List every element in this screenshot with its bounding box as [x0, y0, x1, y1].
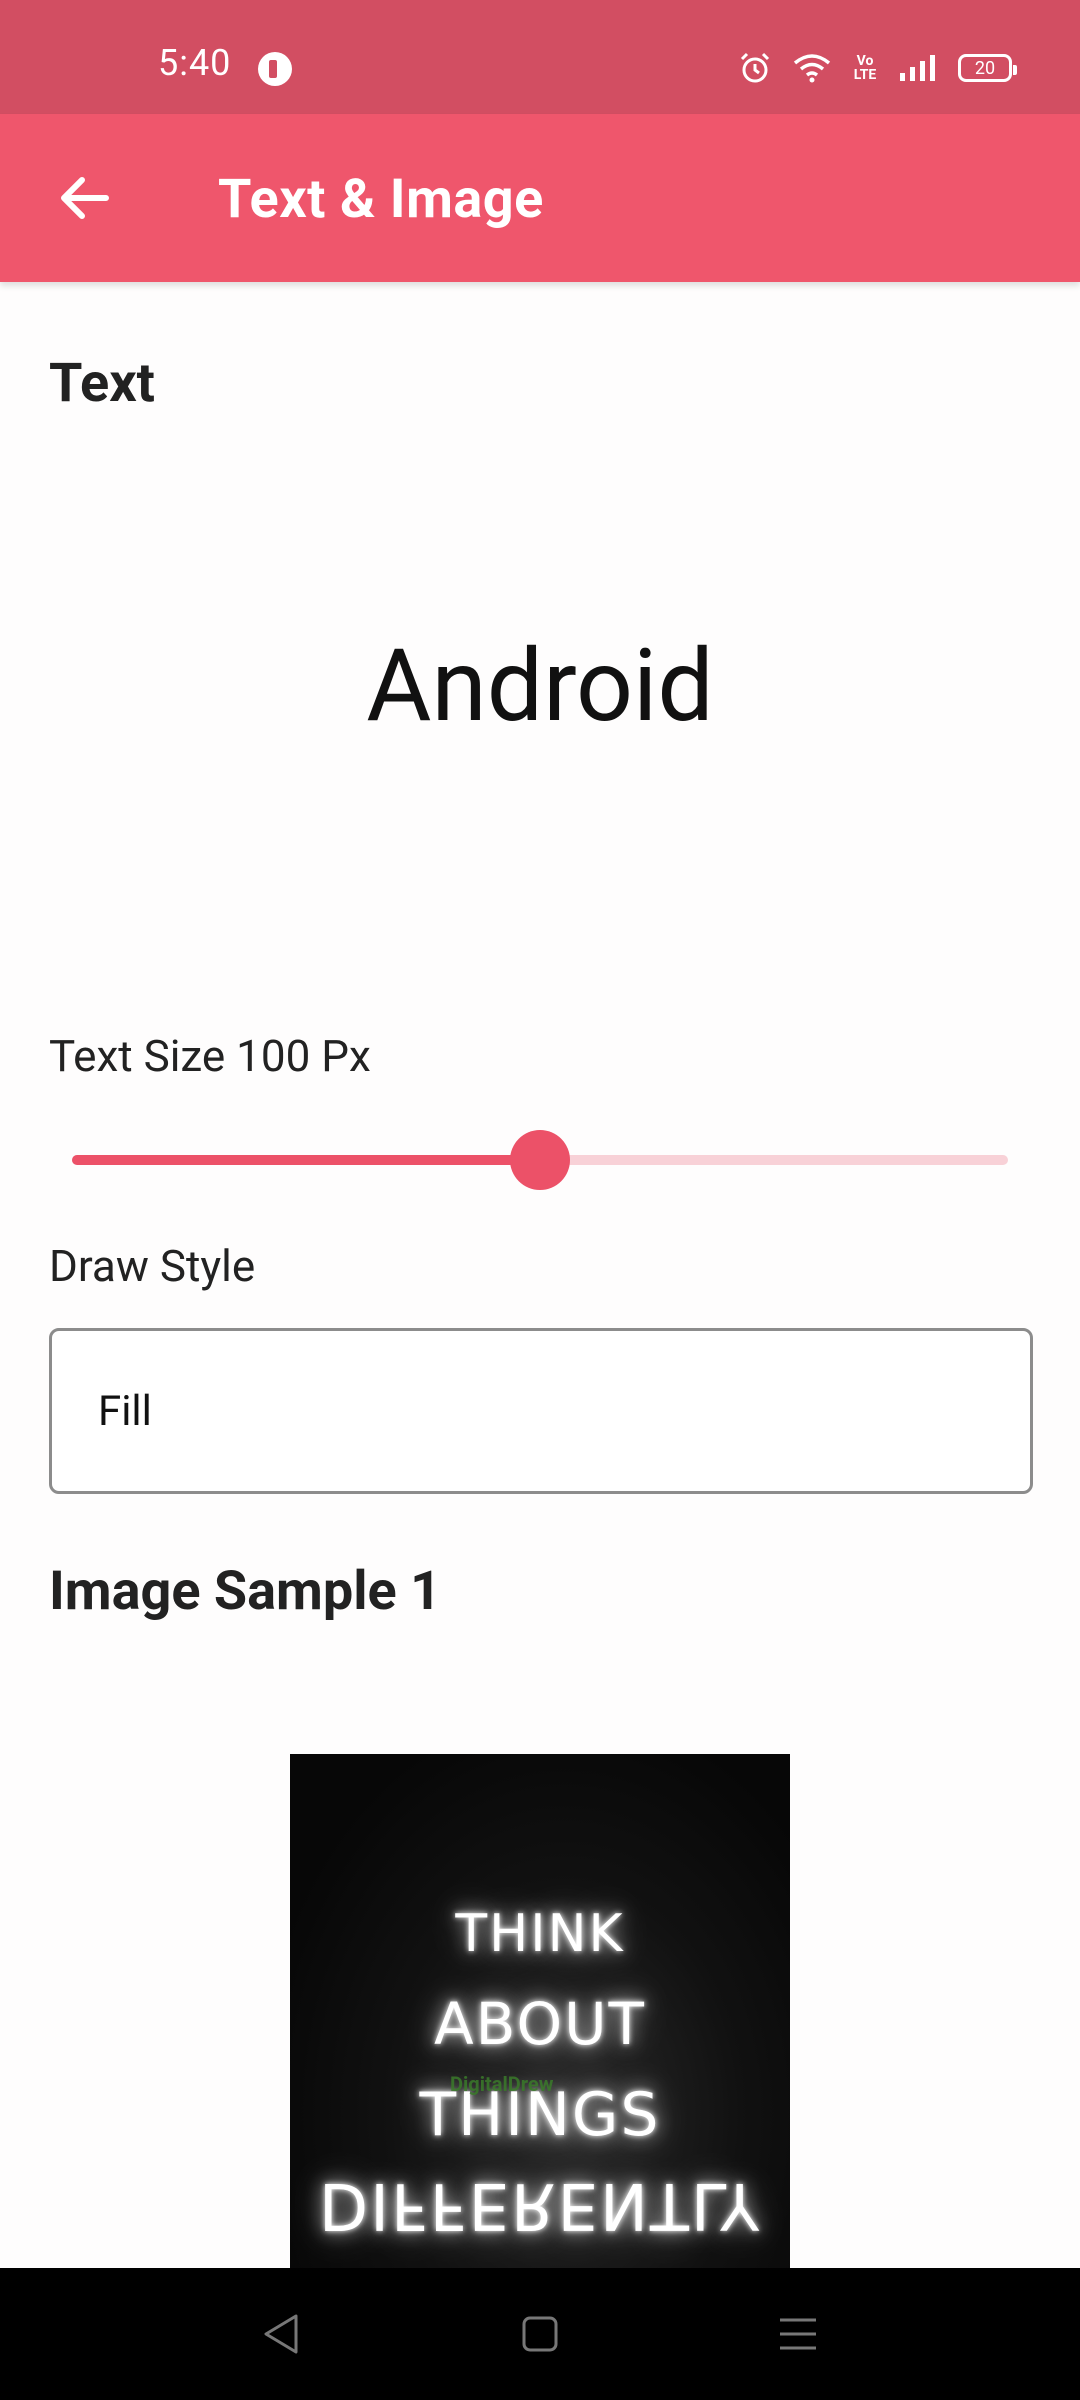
text-section-title: Text	[49, 352, 155, 415]
image-watermark: DigitalDrew	[450, 2072, 554, 2096]
slider-active-track	[72, 1155, 540, 1165]
text-size-label: Text Size 100 Px	[49, 1030, 371, 1082]
arrow-left-icon[interactable]	[56, 170, 112, 226]
wifi-icon	[793, 54, 831, 83]
menu-lines-icon[interactable]	[772, 2308, 824, 2360]
text-size-slider[interactable]	[72, 1124, 1008, 1196]
app-notification-icon	[258, 52, 292, 86]
neon-line-4: DIFFERENTLY	[318, 2168, 762, 2242]
alarm-icon	[740, 52, 770, 83]
text-preview: Android	[366, 628, 714, 745]
draw-style-label: Draw Style	[49, 1240, 256, 1292]
sample-image: THINK ABOUT THINGS DIFFERENTLY DigitalDr…	[290, 1754, 790, 2268]
back-triangle-icon[interactable]	[256, 2308, 308, 2360]
app-bar: Text & Image	[0, 114, 1080, 282]
signal-icon	[900, 55, 935, 81]
page-title: Text & Image	[218, 168, 544, 231]
battery-icon: 20	[958, 54, 1017, 82]
status-time: 5:40	[158, 42, 232, 84]
home-square-icon[interactable]	[514, 2308, 566, 2360]
neon-line-1: THINK	[455, 1904, 625, 1964]
system-nav-bar	[0, 2268, 1080, 2400]
draw-style-value: Fill	[98, 1387, 152, 1436]
volte-icon: Vo LTE	[853, 53, 877, 83]
slider-thumb[interactable]	[510, 1130, 570, 1190]
status-bar: 5:40 Vo LTE 20	[0, 0, 1080, 114]
image-section-title: Image Sample 1	[49, 1560, 442, 1623]
neon-line-2: ABOUT	[434, 1990, 646, 2058]
status-icons: Vo LTE 20	[738, 48, 1017, 88]
draw-style-dropdown[interactable]: Fill	[49, 1328, 1033, 1494]
